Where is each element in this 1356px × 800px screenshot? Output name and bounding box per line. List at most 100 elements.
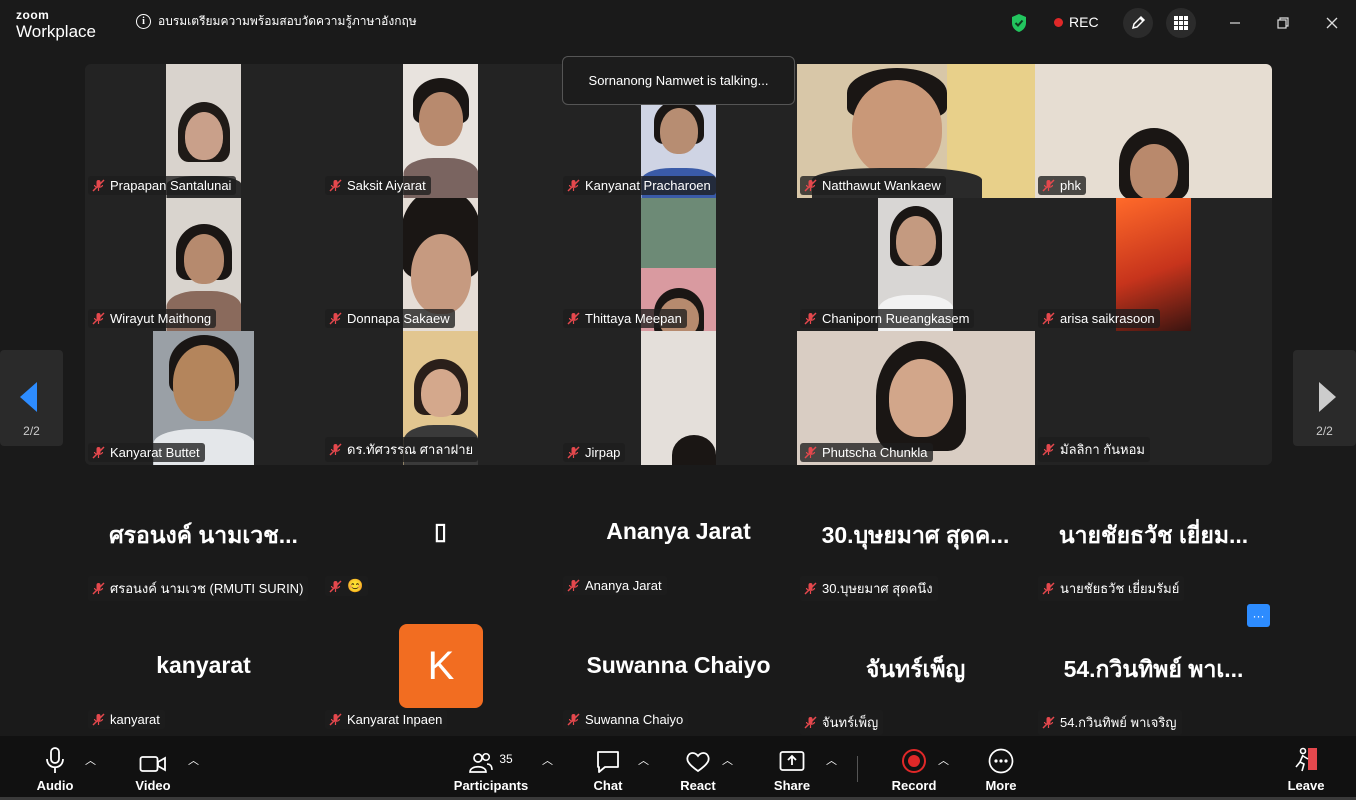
participants-options-caret-icon[interactable]: ︿ [542,752,553,768]
video-button[interactable]: Video [128,736,178,800]
leave-button[interactable]: Leave [1284,736,1328,800]
participant-name-tag: Saksit Aiyarat [325,176,431,195]
name-tile[interactable]: ▯ 😊 [322,500,559,630]
video-tile[interactable]: Chaniporn Rueangkasem [797,198,1035,331]
logo-text-top: zoom [16,8,50,22]
participant-name: 54.กวินทิพย์ พาเจริญ [1060,715,1177,730]
video-tile[interactable]: Natthawut Wankaew [797,64,1035,198]
minimize-icon [1230,22,1240,24]
mic-muted-icon [329,179,342,192]
video-options-caret-icon[interactable]: ︿ [188,752,199,768]
record-options-caret-icon[interactable]: ︿ [938,752,949,768]
video-tile[interactable]: arisa saikrasoon [1035,198,1272,331]
record-button[interactable]: Record [888,736,940,800]
audio-options-caret-icon[interactable]: ︿ [85,752,96,768]
rec-dot-icon [1054,17,1063,27]
name-tile[interactable]: 30.บุษยมาศ สุดค... 30.บุษยมาศ สุดคนึง [797,500,1034,630]
close-icon [1326,17,1338,29]
share-button[interactable]: Share [770,736,814,800]
video-tile[interactable]: Phutscha Chunkla [797,331,1035,465]
tile-more-options-button[interactable]: ··· [1247,604,1270,627]
video-tile[interactable]: มัลลิกา กันหอม [1035,331,1272,465]
participant-name-tag: 30.บุษยมาศ สุดคนึง [800,576,938,601]
chat-options-caret-icon[interactable]: ︿ [638,752,649,768]
participant-name: ดร.ทัศวรรณ ศาลาฝาย [347,442,474,457]
participant-name: kanyarat [110,712,160,727]
participant-name-tag: มัลลิกา กันหอม [1038,437,1150,462]
participants-label: Participants [453,778,529,793]
share-options-caret-icon[interactable]: ︿ [826,752,837,768]
mic-muted-icon [92,312,105,325]
meeting-info[interactable]: i อบรมเตรียมความพร้อมสอบวัดความรู้ภาษาอั… [136,12,417,31]
video-tile[interactable]: phk [1035,64,1272,198]
react-button[interactable]: React [676,736,720,800]
mic-muted-icon [567,446,580,459]
participant-name: ศรอนงค์ นามเวช (RMUTI SURIN) [110,581,304,596]
recording-indicator[interactable]: REC [1054,14,1099,30]
info-icon[interactable]: i [136,14,151,29]
next-page-button[interactable]: 2/2 [1293,350,1356,446]
participants-button[interactable]: 35 Participants [452,736,530,800]
meeting-toolbar: Audio ︿ Video ︿ 35 Participants ︿ Chat ︿… [0,736,1356,800]
mic-muted-icon [329,312,342,325]
participant-display-name: Suwanna Chaiyo [586,652,771,678]
participant-name-tag: Kanyarat Buttet [88,443,205,462]
mic-muted-icon [1042,443,1055,456]
encryption-shield-icon[interactable] [1010,13,1028,38]
video-tile[interactable]: Kanyarat Buttet [85,331,322,465]
rec-label: REC [1069,14,1099,30]
annotate-pen-button[interactable] [1123,8,1153,38]
name-tile[interactable]: นายชัยธวัช เยี่ยม... นายชัยธวัช เยี่ยมรั… [1035,500,1272,630]
mic-muted-icon [1042,179,1055,192]
video-tile[interactable]: Saksit Aiyarat [322,64,560,198]
record-icon [902,749,926,773]
chat-button[interactable]: Chat [587,736,629,800]
close-window-button[interactable] [1317,8,1347,38]
name-tile[interactable]: ศรอนงค์ นามเวช... ศรอนงค์ นามเวช (RMUTI … [85,500,322,630]
participant-name-tag: Prapapan Santalunai [88,176,237,195]
video-tile[interactable]: Wirayut Maithong [85,198,322,331]
video-feed [641,331,716,465]
audio-button[interactable]: Audio [30,736,80,800]
participant-name: Kanyarat Buttet [110,445,200,460]
video-tile[interactable]: ดร.ทัศวรรณ ศาลาฝาย [322,331,560,465]
name-tile[interactable]: Ananya Jarat Ananya Jarat [560,500,797,630]
participant-name-tag: arisa saikrasoon [1038,309,1160,328]
mic-muted-icon [804,312,817,325]
restore-button[interactable] [1268,8,1298,38]
participant-name: Wirayut Maithong [110,311,212,326]
page-indicator-left: 2/2 [23,424,40,438]
participant-display-name: Ananya Jarat [606,518,751,544]
mic-muted-icon [567,713,580,726]
avatar-initial: K [427,643,455,688]
mic-muted-icon [804,582,817,595]
microphone-icon [46,747,64,773]
prev-page-button[interactable]: 2/2 [0,350,63,446]
page-indicator-right: 2/2 [1316,424,1333,438]
apps-grid-button[interactable] [1166,8,1196,38]
participant-name: Natthawut Wankaew [822,178,941,193]
participant-display-name: ▯ [434,518,447,544]
participant-name: มัลลิกา กันหอม [1060,442,1145,457]
video-tile[interactable]: Thittaya Meepan [560,198,797,331]
more-button[interactable]: More [979,736,1023,800]
video-tile[interactable]: Prapapan Santalunai [85,64,322,198]
mic-muted-icon [329,713,342,726]
participant-name-tag: Kanyarat Inpaen [325,710,448,729]
react-options-caret-icon[interactable]: ︿ [722,752,733,768]
mic-muted-icon [1042,716,1055,729]
participant-name: phk [1060,178,1081,193]
mic-muted-icon [329,443,342,456]
video-grid: Prapapan Santalunai Saksit Aiyarat Kanya… [85,64,1272,465]
video-tile[interactable]: Donnapa Sakaew [322,198,560,331]
video-camera-icon [139,756,166,772]
mic-muted-icon [1042,582,1055,595]
chat-bubble-icon [597,751,619,773]
more-options-dots: ··· [1252,608,1265,623]
video-tile[interactable]: Jirpap [560,331,797,465]
avatar: K [399,624,483,708]
title-bar: zoom Workplace i อบรมเตรียมความพร้อมสอบว… [0,0,1356,46]
participant-name: จันทร์เพ็ญ [822,715,879,730]
participant-name: Suwanna Chaiyo [585,712,684,727]
minimize-button[interactable] [1220,8,1250,38]
